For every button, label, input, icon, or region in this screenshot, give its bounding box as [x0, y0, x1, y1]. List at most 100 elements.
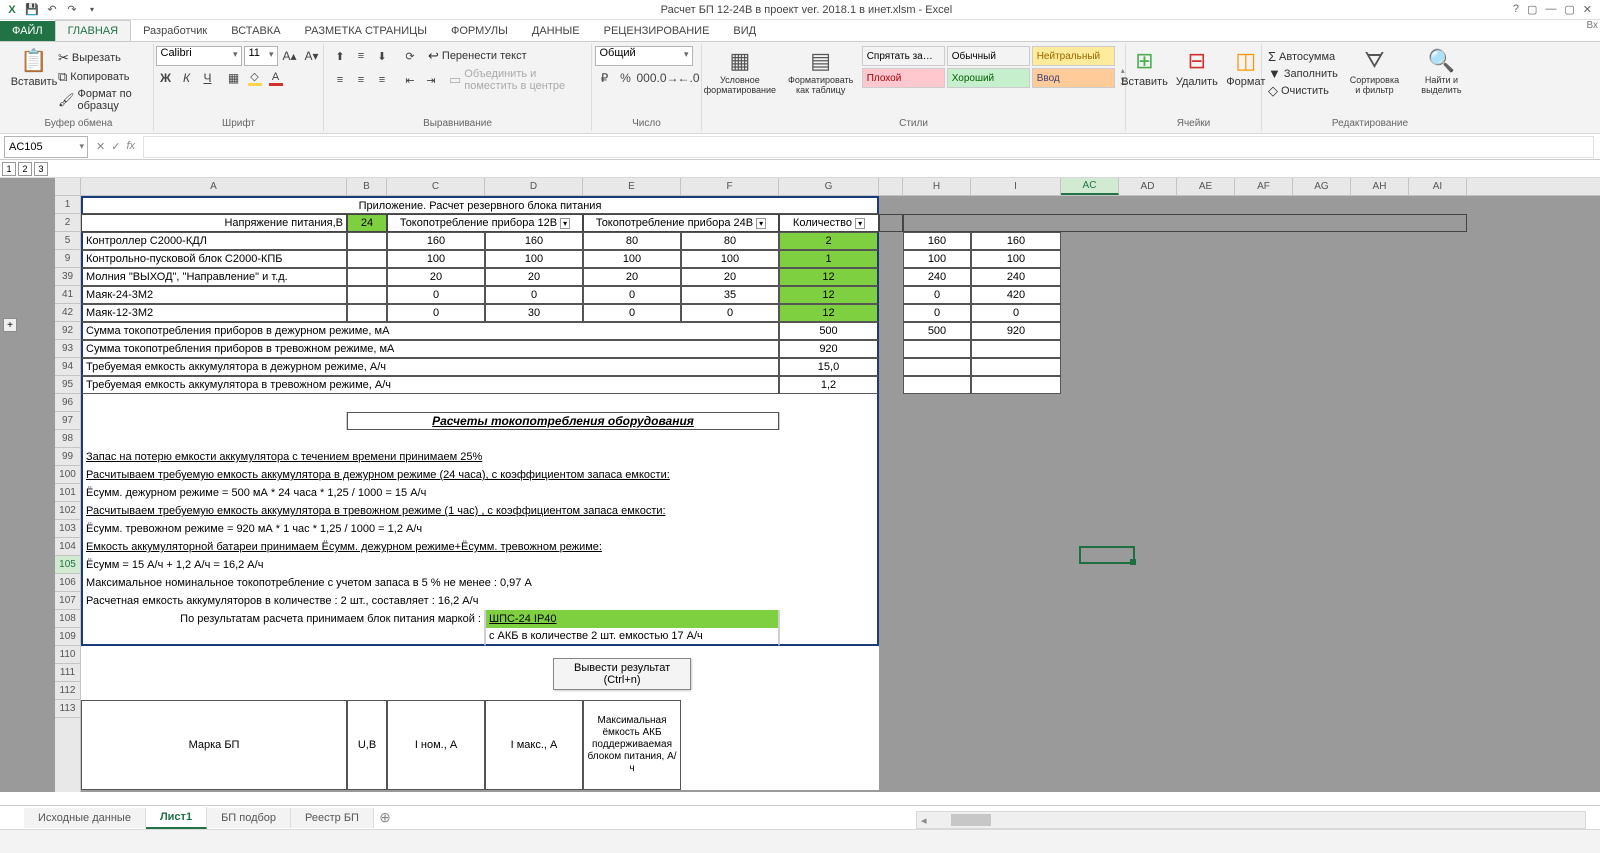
tab-data[interactable]: ДАННЫЕ — [520, 21, 592, 41]
sort-filter-button[interactable]: ᗊСортировка и фильтр — [1344, 46, 1405, 112]
row-header[interactable]: 105 — [55, 556, 80, 574]
conditional-formatting-button[interactable]: ▦Условное форматирование — [700, 46, 780, 112]
formula-bar[interactable] — [143, 136, 1594, 158]
currency-icon[interactable]: ₽ — [595, 68, 615, 88]
paste-button[interactable]: 📋Вставить — [10, 46, 58, 112]
row-header[interactable]: 96 — [55, 394, 80, 412]
column-header[interactable]: AE — [1177, 178, 1235, 195]
font-name-select[interactable]: Calibri — [156, 46, 242, 66]
row-header[interactable]: 100 — [55, 466, 80, 484]
row-header[interactable]: 107 — [55, 592, 80, 610]
maximize-icon[interactable]: ▢ — [1564, 3, 1574, 16]
minimize-icon[interactable]: — — [1545, 3, 1556, 16]
cancel-formula-icon[interactable]: ✕ — [96, 140, 105, 153]
fill-color-button[interactable]: ◇ — [245, 68, 265, 88]
row-header[interactable]: 111 — [55, 664, 80, 682]
column-header[interactable]: B — [347, 178, 387, 195]
row-header[interactable]: 2 — [55, 214, 80, 232]
row-header[interactable]: 97 — [55, 412, 80, 430]
name-box[interactable]: AC105 — [4, 136, 88, 158]
merge-center-button[interactable]: ▭Объединить и поместить в центре — [449, 68, 585, 92]
align-bottom-icon[interactable]: ⬇ — [372, 46, 392, 66]
output-result-button[interactable]: Вывести результат(Ctrl+n) — [553, 658, 691, 690]
row-header[interactable]: 93 — [55, 340, 80, 358]
tab-home[interactable]: ГЛАВНАЯ — [55, 20, 131, 41]
hdr-cons24[interactable]: Токопотребление прибора 24В ▾ — [583, 214, 779, 232]
outline-level-1[interactable]: 1 — [2, 162, 16, 176]
filter-icon[interactable]: ▾ — [560, 218, 570, 229]
close-icon[interactable]: ✕ — [1583, 3, 1592, 16]
font-color-button[interactable]: A — [266, 68, 286, 88]
fx-icon[interactable]: fx — [126, 140, 135, 153]
increase-indent-icon[interactable]: ⇥ — [421, 70, 441, 90]
clear-button[interactable]: ◇Очистить — [1268, 83, 1338, 99]
align-top-icon[interactable]: ⬆ — [330, 46, 350, 66]
row-header[interactable]: 95 — [55, 376, 80, 394]
column-header[interactable]: C — [387, 178, 485, 195]
format-as-table-button[interactable]: ▤Форматировать как таблицу — [784, 46, 858, 112]
row-header[interactable]: 9 — [55, 250, 80, 268]
row-header[interactable]: 109 — [55, 628, 80, 646]
hdr-voltage-value[interactable]: 24 — [347, 214, 387, 232]
style-cell[interactable]: Ввод — [1032, 68, 1115, 88]
row-header[interactable]: 5 — [55, 232, 80, 250]
insert-cells-button[interactable]: ⊞Вставить — [1117, 46, 1172, 112]
wrap-text-button[interactable]: ↩Перенести текст — [428, 48, 527, 64]
outline-expand-button[interactable]: + — [3, 318, 17, 332]
style-cell[interactable]: Спрятать за… — [862, 46, 945, 66]
redo-icon[interactable]: ↷ — [64, 2, 80, 18]
copy-button[interactable]: ⧉Копировать — [58, 69, 147, 85]
column-header[interactable]: A — [81, 178, 347, 195]
row-header[interactable]: 98 — [55, 430, 80, 448]
sheet-tab[interactable]: Реестр БП — [291, 808, 374, 828]
horizontal-scrollbar[interactable]: ◂ — [916, 811, 1586, 829]
row-header[interactable]: 1 — [55, 196, 80, 214]
column-header[interactable]: H — [903, 178, 971, 195]
style-cell[interactable]: Плохой — [862, 68, 945, 88]
tab-formulas[interactable]: ФОРМУЛЫ — [439, 21, 520, 41]
percent-icon[interactable]: % — [616, 68, 636, 88]
row-header[interactable]: 99 — [55, 448, 80, 466]
hdr-cons12[interactable]: Токопотребление прибора 12В ▾ — [387, 214, 583, 232]
outline-level-2[interactable]: 2 — [18, 162, 32, 176]
column-header[interactable]: I — [971, 178, 1061, 195]
row-header[interactable]: 113 — [55, 700, 80, 718]
add-sheet-button[interactable]: ⊕ — [374, 809, 396, 826]
ribbon-options-icon[interactable]: ▢ — [1527, 3, 1537, 16]
qat-dropdown-icon[interactable]: ▾ — [84, 2, 100, 18]
row-header[interactable]: 106 — [55, 574, 80, 592]
bold-button[interactable]: Ж — [156, 68, 176, 88]
inc-decimal-icon[interactable]: .0→ — [658, 68, 678, 88]
align-right-icon[interactable]: ≡ — [372, 70, 392, 90]
sheet-tab[interactable]: БП подбор — [207, 808, 291, 828]
column-header[interactable]: AD — [1119, 178, 1177, 195]
column-header[interactable]: G — [779, 178, 879, 195]
row-header[interactable]: 103 — [55, 520, 80, 538]
undo-icon[interactable]: ↶ — [44, 2, 60, 18]
scroll-thumb[interactable] — [951, 814, 991, 826]
format-painter-button[interactable]: 🖌Формат по образцу — [58, 88, 147, 112]
orientation-icon[interactable]: ⟳ — [400, 46, 420, 66]
row-header[interactable]: 92 — [55, 322, 80, 340]
align-center-icon[interactable]: ≡ — [351, 70, 371, 90]
increase-font-icon[interactable]: A▴ — [280, 46, 300, 66]
row-header[interactable]: 110 — [55, 646, 80, 664]
tab-view[interactable]: ВИД — [721, 21, 768, 41]
outline-level-3[interactable]: 3 — [34, 162, 48, 176]
italic-button[interactable]: К — [177, 68, 197, 88]
row-header[interactable]: 108 — [55, 610, 80, 628]
style-cell[interactable]: Нейтральный — [1032, 46, 1115, 66]
tab-developer[interactable]: Разработчик — [131, 21, 219, 41]
delete-cells-button[interactable]: ⊟Удалить — [1172, 46, 1222, 112]
column-header[interactable]: AC — [1061, 178, 1119, 195]
cut-button[interactable]: ✂Вырезать — [58, 50, 147, 66]
column-header[interactable] — [879, 178, 903, 195]
decrease-indent-icon[interactable]: ⇤ — [400, 70, 420, 90]
underline-button[interactable]: Ч — [198, 68, 218, 88]
row-header[interactable]: 39 — [55, 268, 80, 286]
hdr-qty[interactable]: Количество ▾ — [779, 214, 879, 232]
column-header[interactable]: AG — [1293, 178, 1351, 195]
row-header[interactable]: 101 — [55, 484, 80, 502]
row-header[interactable]: 41 — [55, 286, 80, 304]
tab-insert[interactable]: ВСТАВКА — [219, 21, 292, 41]
